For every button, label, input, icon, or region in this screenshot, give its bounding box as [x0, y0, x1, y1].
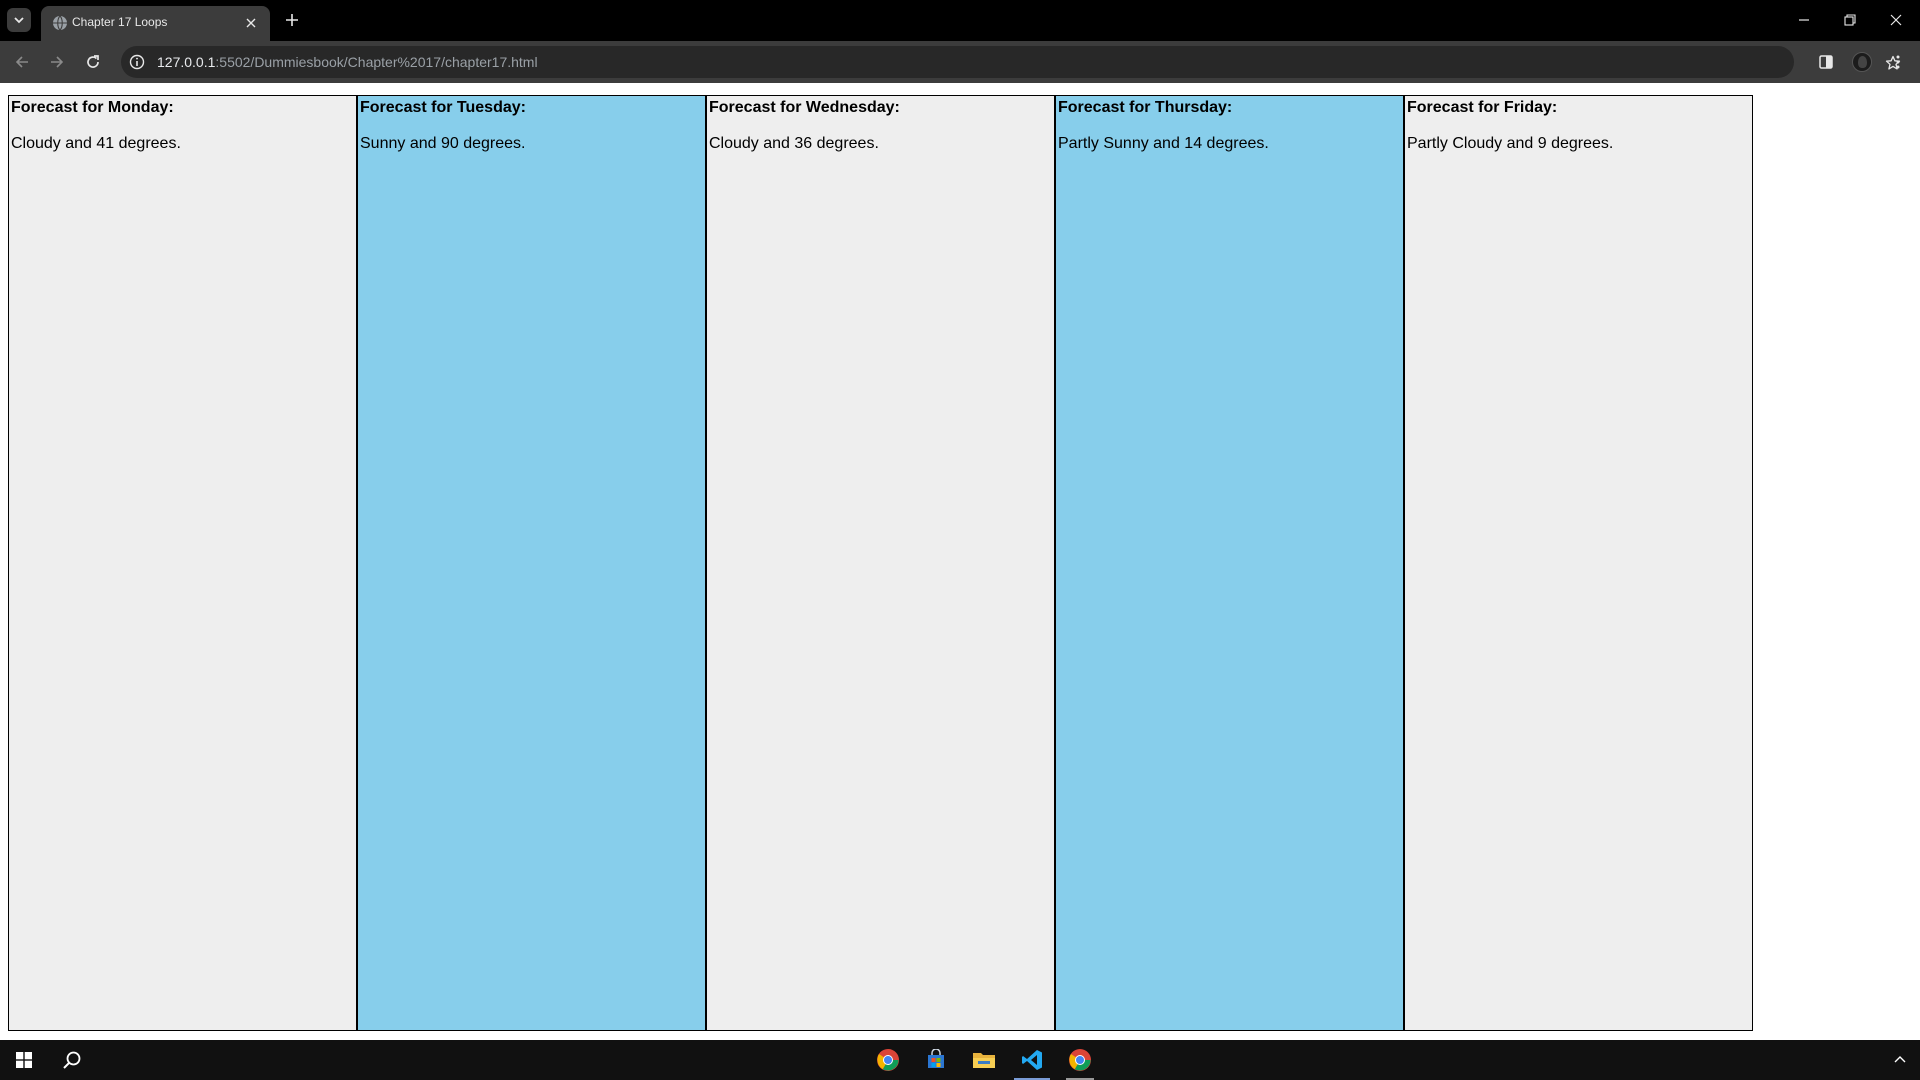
tab-close-button[interactable]: [242, 14, 260, 32]
forecast-text: Cloudy and 36 degrees.: [709, 135, 879, 152]
url-path: :5502/Dummiesbook/Chapter%2017/chapter17…: [215, 54, 538, 70]
taskbar-vscode[interactable]: [1008, 1040, 1056, 1080]
back-arrow-icon: [15, 56, 28, 68]
address-bar[interactable]: 127.0.0.1:5502/Dummiesbook/Chapter%2017/…: [121, 46, 1901, 78]
forecast-text: Cloudy and 41 degrees.: [11, 135, 181, 152]
reload-icon: [87, 55, 99, 68]
url-host: 127.0.0.1: [157, 54, 216, 70]
taskbar: [0, 1040, 1920, 1080]
tab-strip: Chapter 17 Loops: [0, 0, 1920, 41]
forward-arrow-icon: [51, 56, 64, 68]
restore-icon: [1844, 14, 1856, 26]
taskbar-chrome[interactable]: [864, 1040, 912, 1080]
chrome-icon: [1069, 1049, 1091, 1071]
side-panel-icon: [1819, 55, 1833, 69]
avatar: [1852, 52, 1872, 72]
forecast-row: Forecast for Monday: Cloudy and 41 degre…: [8, 95, 1753, 1031]
tab-search-button[interactable]: [7, 8, 31, 32]
store-icon: [928, 1049, 944, 1068]
vscode-icon: [1022, 1050, 1042, 1070]
taskbar-search-button[interactable]: [48, 1040, 96, 1080]
forecast-card-friday: Forecast for Friday: Partly Cloudy and 9…: [1404, 95, 1753, 1031]
windows-start-icon: [16, 1052, 32, 1068]
browser-toolbar: 127.0.0.1:5502/Dummiesbook/Chapter%2017/…: [0, 41, 1920, 83]
page-viewport: Forecast for Monday: Cloudy and 41 degre…: [0, 83, 1920, 1040]
file-explorer-icon: [973, 1053, 995, 1068]
back-button[interactable]: [7, 47, 37, 77]
forecast-heading: Forecast for Wednesday:: [709, 99, 900, 116]
reload-button[interactable]: [78, 47, 108, 77]
taskbar-file-explorer[interactable]: [960, 1040, 1008, 1080]
forecast-card-monday: Forecast for Monday: Cloudy and 41 degre…: [8, 95, 357, 1031]
minimize-button[interactable]: [1781, 0, 1827, 40]
chrome-icon: [877, 1049, 899, 1071]
minimize-icon: [1799, 19, 1809, 21]
taskbar-store[interactable]: [912, 1040, 960, 1080]
kebab-menu-icon: [1896, 55, 1900, 69]
forecast-card-wednesday: Forecast for Wednesday: Cloudy and 36 de…: [706, 95, 1055, 1031]
chevron-down-icon: [14, 17, 24, 24]
taskbar-chrome-active[interactable]: [1056, 1040, 1104, 1080]
globe-icon: [53, 15, 67, 31]
url-text: 127.0.0.1:5502/Dummiesbook/Chapter%2017/…: [157, 54, 538, 70]
forecast-heading: Forecast for Thursday:: [1058, 99, 1233, 116]
new-tab-button[interactable]: [280, 8, 304, 32]
site-info-button[interactable]: [128, 53, 146, 71]
tab-title: Chapter 17 Loops: [72, 15, 168, 29]
close-icon: [1890, 14, 1902, 26]
forecast-text: Sunny and 90 degrees.: [360, 135, 526, 152]
plus-icon: [286, 14, 298, 26]
tab-active[interactable]: Chapter 17 Loops: [41, 6, 270, 41]
info-icon: [129, 54, 145, 70]
start-button[interactable]: [0, 1040, 48, 1080]
forecast-text: Partly Cloudy and 9 degrees.: [1407, 135, 1614, 152]
close-icon: [246, 18, 256, 28]
forecast-card-thursday: Forecast for Thursday: Partly Sunny and …: [1055, 95, 1404, 1031]
forecast-text: Partly Sunny and 14 degrees.: [1058, 135, 1269, 152]
forecast-heading: Forecast for Tuesday:: [360, 99, 526, 116]
forward-button[interactable]: [42, 47, 72, 77]
forecast-heading: Forecast for Monday:: [11, 99, 174, 116]
forecast-card-tuesday: Forecast for Tuesday: Sunny and 90 degre…: [357, 95, 706, 1031]
forecast-heading: Forecast for Friday:: [1407, 99, 1558, 116]
chevron-up-icon[interactable]: [1892, 1052, 1908, 1068]
search-icon: [63, 1051, 81, 1069]
restore-button[interactable]: [1827, 0, 1873, 40]
profile-button[interactable]: [1847, 47, 1877, 77]
close-window-button[interactable]: [1873, 0, 1919, 40]
menu-button[interactable]: [1883, 47, 1913, 77]
side-panel-button[interactable]: [1811, 47, 1841, 77]
